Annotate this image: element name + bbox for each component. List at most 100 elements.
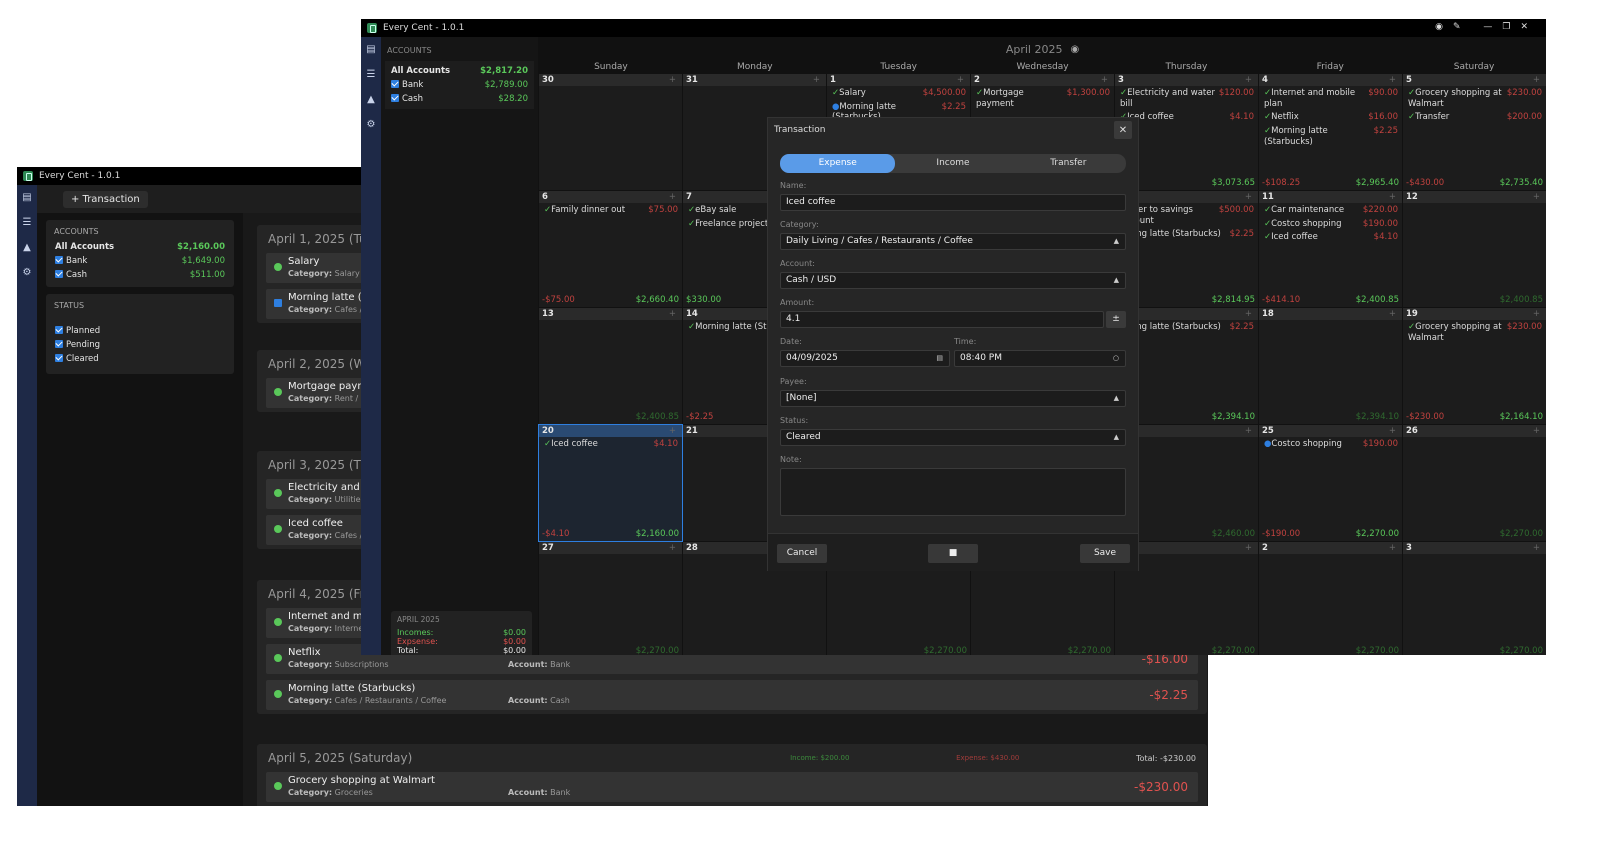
calendar-event[interactable]: Morning latte (Starbucks)$2.25 [1259,124,1402,148]
add-icon[interactable]: + [669,74,676,86]
calendar-day[interactable]: 19+Grocery shopping at Walmart$230.00-$2… [1403,308,1546,424]
clock-icon[interactable]: ○ [1113,351,1119,366]
add-icon[interactable]: + [1245,542,1252,554]
delete-button[interactable]: ■ [928,544,978,563]
calendar-icon[interactable]: ▤ [936,351,943,366]
calendar-day[interactable]: 2 + $2,270.00 [1259,542,1402,655]
close-icon[interactable]: ✕ [1114,121,1132,139]
gear-icon[interactable]: ⚙ [361,112,381,137]
list-icon[interactable]: ☰ [361,62,381,87]
add-icon[interactable]: + [669,542,676,554]
maximize-icon[interactable]: ❐ [1502,22,1520,32]
month-picker-icon[interactable]: ◉ [1070,44,1079,55]
add-icon[interactable]: + [1389,191,1396,203]
calendar-event[interactable]: Grocery shopping at Walmart$230.00 [1403,320,1546,344]
tab-expense[interactable]: Expense [780,154,896,173]
calendar-event[interactable]: Grocery shopping at Walmart$230.00 [1403,86,1546,110]
account-row-bank[interactable]: Bank $2,789.00 [385,78,534,92]
add-icon[interactable]: + [1245,191,1252,203]
category-select[interactable]: Daily Living / Cafes / Restaurants / Cof… [780,233,1126,250]
piggy-bank-icon[interactable]: ▲ [17,235,37,260]
add-icon[interactable]: + [669,425,676,437]
add-icon[interactable]: + [669,308,676,320]
status-row-planned[interactable]: Planned [46,324,234,338]
add-icon[interactable]: + [669,191,676,203]
add-icon[interactable]: + [1533,308,1540,320]
account-row-cash[interactable]: Cash $511.00 [46,268,234,282]
checkbox[interactable] [391,94,399,102]
calendar-event[interactable]: Costco shopping $190.00 [1259,217,1402,231]
add-icon[interactable]: + [813,74,820,86]
add-icon[interactable]: + [1245,425,1252,437]
status-select[interactable]: Cleared ▲ [780,429,1126,446]
checkbox[interactable] [55,326,63,334]
megaphone-icon[interactable]: ✎ [1453,22,1471,32]
account-row-bank[interactable]: Bank $1,649.00 [46,254,234,268]
calendar-event[interactable]: Mortgage payment$1,300.00 [971,86,1114,110]
calendar-day[interactable]: 27 + $2,270.00 [539,542,682,655]
tab-transfer[interactable]: Transfer [1011,154,1126,173]
checkbox[interactable] [55,270,63,278]
calendar-event[interactable]: Iced coffee $4.10 [539,437,682,451]
add-icon[interactable]: + [1389,542,1396,554]
calendar-day[interactable]: 30 + [539,74,682,190]
add-icon[interactable]: + [957,74,964,86]
calendar-day[interactable]: 26 + $2,270.00 [1403,425,1546,541]
status-row-pending[interactable]: Pending [46,338,234,352]
calendar-event[interactable]: Netflix $16.00 [1259,110,1402,124]
calendar-day[interactable]: 12 + $2,400.85 [1403,191,1546,307]
date-input[interactable]: 04/09/2025 ▤ [780,350,950,367]
calendar-icon[interactable]: ▤ [17,185,37,210]
calendar-day[interactable]: 11 + Car maintenance $220.00 Costco shopping… [1259,191,1402,307]
payee-select[interactable]: [None] ▲ [780,390,1126,407]
gear-icon[interactable]: ⚙ [17,260,37,285]
calendar-event[interactable]: Iced coffee $4.10 [1259,230,1402,244]
save-button[interactable]: Save [1080,544,1130,563]
add-icon[interactable]: + [1245,74,1252,86]
account-row-all[interactable]: All Accounts $2,817.20 [385,64,534,78]
calendar-event[interactable]: Transfer $200.00 [1403,110,1546,124]
add-transaction-button[interactable]: + Transaction [63,190,148,208]
account-icon[interactable]: ◉ [1435,22,1453,32]
add-icon[interactable]: + [1533,74,1540,86]
minimize-icon[interactable]: — [1483,22,1502,32]
add-icon[interactable]: + [1245,308,1252,320]
calendar-event[interactable]: Car maintenance $220.00 [1259,203,1402,217]
calendar-event[interactable]: Internet and mobile plan$90.00 [1259,86,1402,110]
amount-input[interactable]: 4.1 [780,311,1104,328]
add-icon[interactable]: + [1389,74,1396,86]
calendar-event[interactable]: Electricity and water bill$120.00 [1115,86,1258,110]
calendar-day[interactable]: 6+Family dinner out$75.00-$75.00$2,660.4… [539,191,682,307]
time-input[interactable]: 08:40 PM ○ [954,350,1126,367]
calendar-day[interactable]: 4+Internet and mobile plan$90.00Netflix$… [1259,74,1402,190]
piggy-bank-icon[interactable]: ▲ [361,87,381,112]
calendar-event[interactable]: Costco shopping $190.00 [1259,437,1402,451]
calculator-icon[interactable]: ± [1106,311,1126,328]
add-icon[interactable]: + [1533,542,1540,554]
add-icon[interactable]: + [1101,74,1108,86]
transaction-row[interactable]: Grocery shopping at Walmart Category: Gro… [266,772,1198,802]
checkbox[interactable] [391,80,399,88]
add-icon[interactable]: + [1533,191,1540,203]
account-row-all[interactable]: All Accounts $2,160.00 [46,240,234,254]
calendar-day[interactable]: 3 + $2,270.00 [1403,542,1546,655]
calendar-event[interactable]: Salary $4,500.00 [827,86,970,100]
calendar-day[interactable]: 18 + $2,394.10 [1259,308,1402,424]
checkbox[interactable] [55,340,63,348]
add-icon[interactable]: + [1389,425,1396,437]
add-icon[interactable]: + [1533,425,1540,437]
calendar-icon[interactable]: ▤ [361,37,381,62]
list-icon[interactable]: ☰ [17,210,37,235]
account-select[interactable]: Cash / USD ▲ [780,272,1126,289]
checkbox[interactable] [55,354,63,362]
checkbox[interactable] [55,256,63,264]
calendar-day[interactable]: 13 + $2,400.85 [539,308,682,424]
calendar-day[interactable]: 5+Grocery shopping at Walmart$230.00Tran… [1403,74,1546,190]
name-input[interactable]: Iced coffee [780,194,1126,211]
note-textarea[interactable] [780,468,1126,516]
calendar-event[interactable]: Family dinner out $75.00 [539,203,682,217]
tab-income[interactable]: Income [895,154,1010,173]
transaction-row[interactable]: Morning latte (Starbucks) Category: Cafes… [266,680,1198,710]
calendar-day[interactable]: 20 + Iced coffee $4.10 -$4.10 $2,160.00 [538,424,683,542]
close-icon[interactable]: ✕ [1520,22,1538,32]
